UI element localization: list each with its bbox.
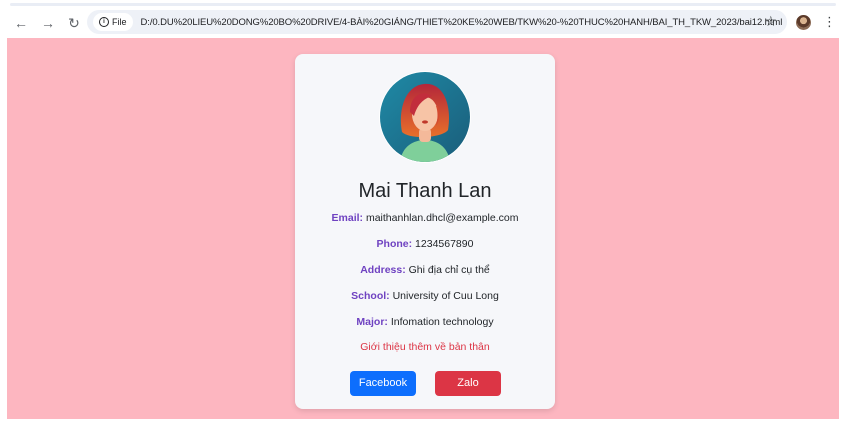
address-row: Address: Ghi địa chỉ cụ thể [295, 264, 555, 276]
site-chip-label: File [112, 17, 127, 27]
phone-value: 1234567890 [415, 238, 474, 250]
major-value: Infomation technology [390, 316, 494, 328]
profile-name: Mai Thanh Lan [358, 180, 492, 202]
avatar-illustration [380, 72, 470, 162]
phone-label: Phone: [376, 238, 413, 250]
school-label: School: [351, 290, 390, 302]
address-label: Address: [360, 264, 406, 276]
school-value: University of Cuu Long [392, 290, 499, 302]
avatar [379, 71, 471, 163]
address-bar[interactable]: i File D:/0.DU%20LIEU%20DONG%20BO%20DRIV… [87, 10, 787, 34]
tab-strip-edge [10, 3, 836, 6]
major-label: Major: [356, 316, 388, 328]
star-icon[interactable]: ☆ [764, 13, 777, 30]
zalo-button[interactable]: Zalo [435, 371, 501, 396]
tab-strip [0, 0, 850, 8]
school-row: School: University of Cuu Long [295, 290, 555, 302]
kebab-menu-icon[interactable]: ⋮ [823, 14, 836, 30]
major-row: Major: Infomation technology [295, 316, 555, 328]
facebook-button[interactable]: Facebook [350, 371, 416, 396]
profile-avatar[interactable] [796, 15, 811, 30]
email-value: maithanhlan.dhcl@example.com [365, 212, 519, 224]
profile-card: Mai Thanh Lan Email: maithanhlan.dhcl@ex… [295, 54, 555, 409]
address-value: Ghi địa chỉ cụ thể [408, 264, 490, 276]
site-info-chip[interactable]: i File [93, 13, 133, 31]
forward-arrow-icon[interactable]: → [37, 12, 59, 34]
email-label: Email: [331, 212, 364, 224]
reload-icon[interactable]: ↻ [63, 12, 85, 34]
email-row: Email: maithanhlan.dhcl@example.com [295, 212, 555, 224]
url-text[interactable]: D:/0.DU%20LIEU%20DONG%20BO%20DRIVE/4-BÀI… [141, 17, 783, 28]
phone-row: Phone: 1234567890 [295, 238, 555, 250]
back-arrow-icon[interactable]: ← [10, 12, 32, 34]
browser-toolbar: ← → ↻ i File D:/0.DU%20LIEU%20DONG%20BO%… [0, 8, 850, 38]
intro-link[interactable]: Giới thiệu thêm về bản thân [295, 341, 555, 353]
info-icon: i [99, 17, 109, 27]
page-viewport: Mai Thanh Lan Email: maithanhlan.dhcl@ex… [7, 38, 839, 419]
